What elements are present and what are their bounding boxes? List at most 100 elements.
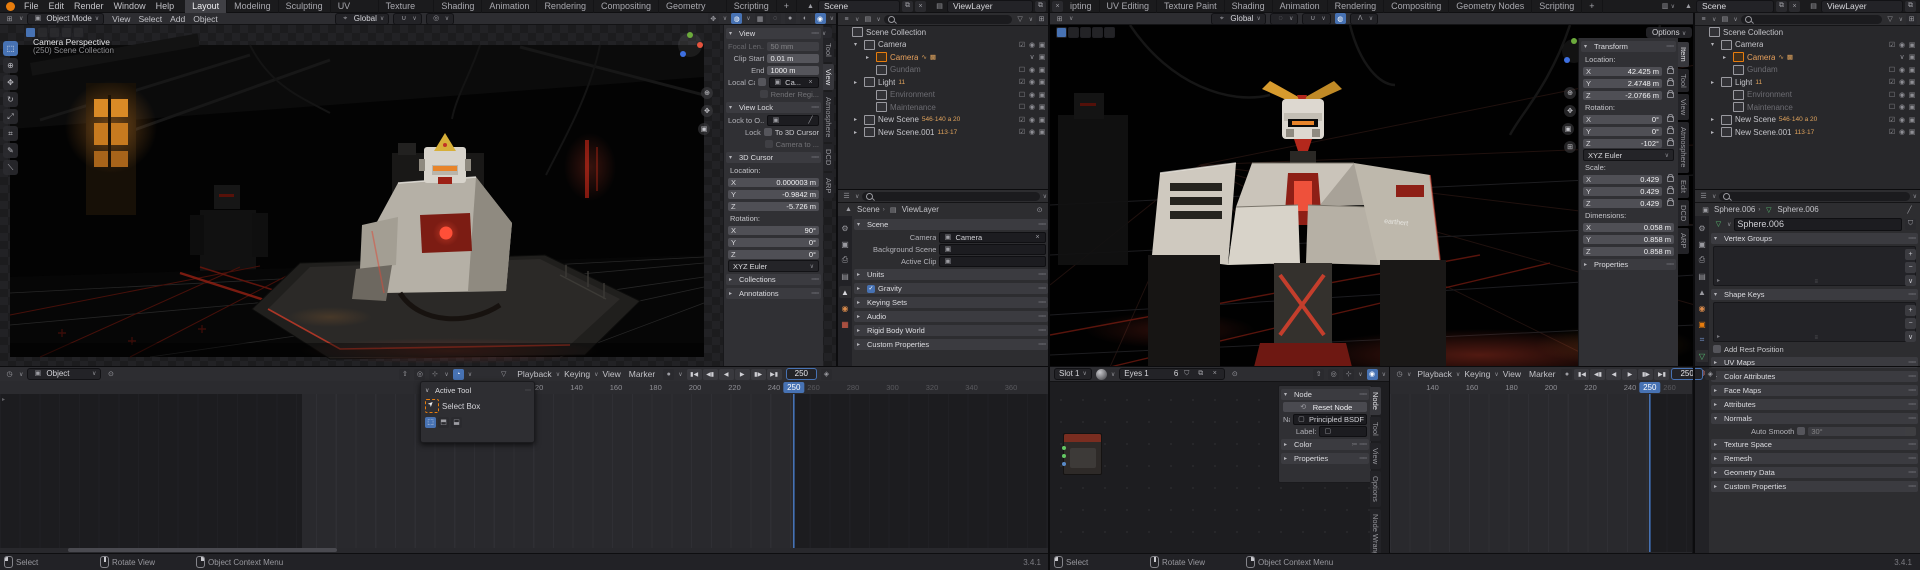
visibility-checkbox[interactable]: ☐ xyxy=(1017,66,1027,74)
camera-toggle-icon[interactable]: ▣ xyxy=(1907,41,1917,49)
viewport-3d-left[interactable]: Camera Perspective (250) Scene Collectio… xyxy=(0,25,838,367)
sidebar-tab-view[interactable]: View xyxy=(823,64,834,90)
sidebar-tab-dcd[interactable]: DCD xyxy=(1678,200,1689,226)
camera-toggle-icon[interactable]: ▣ xyxy=(1037,66,1047,74)
properties-tab-world[interactable]: ◉ xyxy=(1696,302,1708,314)
show-gizmo-icon[interactable]: ✥ xyxy=(708,13,719,24)
dropdown-xyz-euler[interactable]: XYZ Euler∨ xyxy=(728,261,819,271)
disclosure-icon[interactable]: ▸ xyxy=(1723,54,1730,61)
axis-x-42-425-m[interactable]: X42.425 m xyxy=(1583,66,1674,76)
axis-y-0-429[interactable]: Y0.429 xyxy=(1583,186,1674,196)
select-new-icon[interactable]: ⬚ xyxy=(425,417,436,428)
toggle-xray-icon[interactable]: ▦ xyxy=(755,13,766,24)
panel-node[interactable]: ▾Node══ xyxy=(1281,389,1369,400)
workspace-tab-partial[interactable]: ipting xyxy=(1063,0,1100,13)
eye-icon[interactable]: ◉ xyxy=(1897,78,1907,86)
tool-annotate[interactable]: ✎ xyxy=(3,143,18,158)
camera-toggle-icon[interactable]: ▣ xyxy=(1907,66,1917,74)
editor-type-icon[interactable]: ⊞ xyxy=(4,13,15,24)
visibility-checkbox[interactable]: ☐ xyxy=(1017,91,1027,99)
auto-keyframe-icon[interactable]: ◈ xyxy=(1705,369,1716,380)
camera-view-icon[interactable]: ▣ xyxy=(1562,123,1574,135)
menu-file[interactable]: File xyxy=(19,0,44,13)
timeline-ruler[interactable]: 140160180200220240260250 xyxy=(1390,381,1692,395)
viewport-menu-select[interactable]: Select xyxy=(134,14,166,24)
objfield-active-clip[interactable]: Active Clip▣ xyxy=(856,256,1046,266)
eye-icon[interactable]: ◉ xyxy=(1897,41,1907,49)
tool-measure[interactable]: ⟍ xyxy=(3,160,18,175)
properties-tab-tool[interactable]: ⚙ xyxy=(839,222,851,234)
panel-shape-keys[interactable]: ▾Shape Keys══ xyxy=(1711,289,1918,300)
axis-value-field[interactable]: X0° xyxy=(1583,115,1662,124)
panel-gravity[interactable]: ▸✓Gravity══ xyxy=(854,283,1048,294)
axis-value-field[interactable]: Z-102° xyxy=(1583,139,1662,148)
timeline-menu-playback[interactable]: Playback xyxy=(1413,369,1456,379)
outliner-row-light[interactable]: ▸Light11☑◉▣ xyxy=(1695,76,1920,89)
visibility-checkbox[interactable]: ☐ xyxy=(1887,91,1897,99)
workspace-tab-texture-paint[interactable]: Texture Paint xyxy=(379,0,435,13)
lock-icon[interactable] xyxy=(1667,92,1674,98)
workspace-tab-scripting[interactable]: Scripting xyxy=(727,0,777,13)
field-end[interactable]: End1000 m xyxy=(728,65,819,75)
next-keyframe-button[interactable]: ▮▶ xyxy=(1638,369,1653,380)
close-icon[interactable]: × xyxy=(1789,1,1800,12)
view-layer-selector[interactable]: ▤ ViewLayer ⧉ xyxy=(934,0,1046,13)
check-add-rest-position[interactable]: Add Rest Position xyxy=(1713,344,1916,354)
jump-start-button[interactable]: ▮◀ xyxy=(1574,369,1589,380)
panel-properties[interactable]: ▸Properties══ xyxy=(1281,453,1369,464)
field-focal-len[interactable]: Focal Len...50 mm xyxy=(728,41,819,51)
sidebar-tab-atmosphere[interactable]: Atmosphere xyxy=(823,92,834,142)
outliner-row-gundam[interactable]: Gundam☐◉▣ xyxy=(1695,64,1920,77)
axis-value-field[interactable]: X0.058 m xyxy=(1583,223,1674,232)
select-mode-icon[interactable] xyxy=(1056,27,1067,38)
workspace-tab-item[interactable]: + xyxy=(1582,0,1602,13)
pan-hand-icon[interactable]: ✥ xyxy=(1564,105,1576,117)
shading-solid-icon[interactable]: ● xyxy=(785,13,796,24)
checkbox[interactable] xyxy=(765,140,773,148)
axis-x-0-000003-m[interactable]: X0.000003 m xyxy=(728,177,819,187)
blender-logo-icon[interactable] xyxy=(6,2,15,11)
eye-icon[interactable]: ◉ xyxy=(1897,103,1907,111)
viewport-menu-object[interactable]: Object xyxy=(189,14,222,24)
camera-toggle-icon[interactable]: ▣ xyxy=(1907,103,1917,111)
objfield-local-ca[interactable]: Local Ca...▣Ca...× xyxy=(728,77,819,87)
outliner-row-environment[interactable]: Environment☐◉▣ xyxy=(1695,89,1920,102)
eye-icon[interactable]: ◉ xyxy=(1027,103,1037,111)
axis-value-field[interactable]: Z0° xyxy=(728,250,819,259)
properties-tab-object[interactable]: ▣ xyxy=(1696,318,1708,330)
outliner-row-gundam[interactable]: Gundam☐◉▣ xyxy=(838,64,1050,77)
ghost-icon[interactable]: ◎ xyxy=(1328,369,1339,380)
field-name[interactable]: Name:▢Principled BSDF xyxy=(1283,414,1367,424)
mode-dropdown[interactable]: ▣Object Mode∨ xyxy=(27,13,104,25)
viewport-menu-add[interactable]: Add xyxy=(166,14,189,24)
sidebar-tab-edit[interactable]: Edit xyxy=(1678,175,1689,198)
scene-name[interactable]: Scene xyxy=(1696,0,1774,13)
viewport-menu-view[interactable]: View xyxy=(108,14,134,24)
parent-icon[interactable]: ⇧ xyxy=(1313,369,1324,380)
panel-units[interactable]: ▸Units══ xyxy=(854,269,1048,280)
add-icon[interactable]: + xyxy=(1905,249,1916,260)
check-render-regi[interactable]: Render Regi... xyxy=(728,89,819,99)
outliner-row-camera[interactable]: ▾Camera☑◉▣ xyxy=(1695,39,1920,52)
object-field[interactable]: ▣ xyxy=(939,244,1046,255)
select-mode-icon[interactable] xyxy=(1068,27,1079,38)
check-camera-to[interactable]: Camera to ... xyxy=(728,139,819,149)
eye-icon[interactable]: ◉ xyxy=(1897,128,1907,136)
axis-y-0-858-m[interactable]: Y0.858 m xyxy=(1583,234,1674,244)
panel-normals[interactable]: ▾Normals══ xyxy=(1711,413,1918,424)
record-icon[interactable]: ● xyxy=(1561,369,1572,380)
axis-z-5-726-m[interactable]: Z-5.726 m xyxy=(728,201,819,211)
disclosure-icon[interactable]: ▾ xyxy=(1711,41,1718,48)
outliner-mode-icon[interactable]: ▤ xyxy=(1719,14,1730,25)
fake-user-shield-icon[interactable]: ⛉ xyxy=(1905,219,1916,230)
properties-tab-render[interactable]: ▣ xyxy=(839,238,851,250)
field-value[interactable]: 0.01 m xyxy=(767,54,819,63)
camera-toggle-icon[interactable]: ▣ xyxy=(1037,91,1047,99)
outliner-row-scene-collection[interactable]: Scene Collection xyxy=(1695,26,1920,39)
remove-icon[interactable]: − xyxy=(1905,262,1916,273)
camera-toggle-icon[interactable]: ▣ xyxy=(1037,128,1047,136)
checkbox[interactable] xyxy=(760,90,768,98)
material-name-field[interactable]: Eyes 1 6 ⛉ ⧉ × xyxy=(1119,368,1225,380)
disclosure-icon[interactable]: ▸ xyxy=(1711,129,1718,136)
object-field[interactable]: ▣Camera× xyxy=(939,232,1046,243)
